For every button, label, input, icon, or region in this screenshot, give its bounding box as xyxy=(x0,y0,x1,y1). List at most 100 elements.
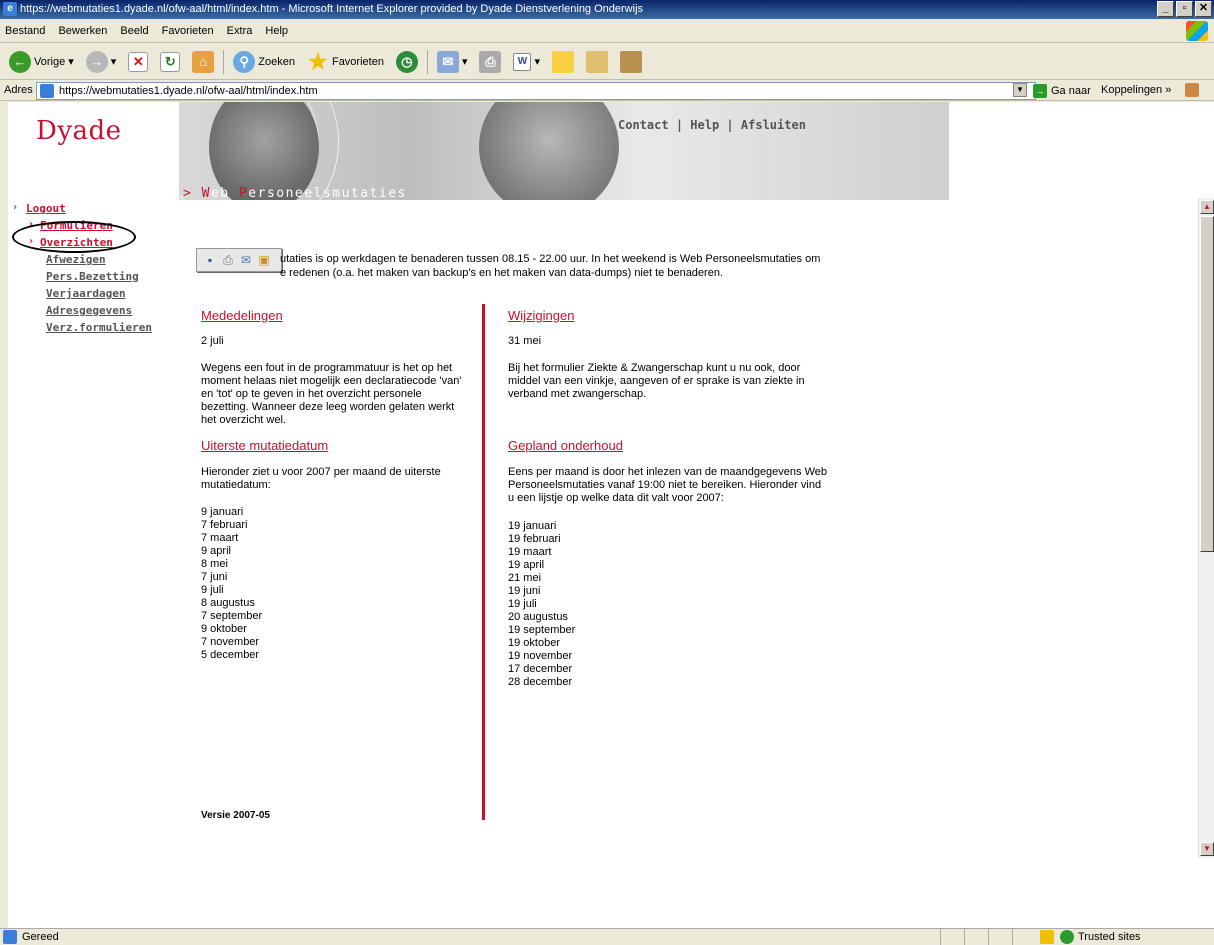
address-label: Adres xyxy=(4,84,33,96)
uiterste-date-list: 9 januari 7 februari 7 maart 9 april 8 m… xyxy=(201,506,262,662)
scroll-thumb[interactable] xyxy=(1200,216,1214,552)
home-button[interactable]: ⌂ xyxy=(189,47,217,77)
ie-icon: e xyxy=(3,2,17,16)
nav-verjaardagen[interactable]: Verjaardagen xyxy=(46,287,125,300)
image-toolbar: ▪ ⎙ ✉ ▣ xyxy=(196,248,282,272)
go-arrow-icon: → xyxy=(1033,84,1047,98)
print-icon: ⎙ xyxy=(479,50,502,73)
chevron-down-icon: ▾ xyxy=(110,56,117,68)
list-item: 19 juli xyxy=(508,598,537,610)
minimize-button[interactable]: _ xyxy=(1157,1,1174,17)
go-button[interactable]: → Ga naar xyxy=(1033,84,1091,98)
list-item: 7 februari xyxy=(201,519,248,531)
word-icon: W xyxy=(513,52,532,71)
favorites-button[interactable]: ★ Favorieten xyxy=(304,47,387,77)
chevron-right-icon: › xyxy=(12,202,19,213)
menu-bestand[interactable]: Bestand xyxy=(0,19,50,43)
nav-verzformulieren[interactable]: Verz.formulieren xyxy=(46,321,152,334)
address-bar: Adres https://webmutaties1.dyade.nl/ofw-… xyxy=(0,81,1214,113)
forward-button[interactable]: → ▾ xyxy=(83,47,120,77)
toolbar-separator xyxy=(223,49,225,74)
menu-favorieten[interactable]: Favorieten xyxy=(157,19,219,43)
list-item: 5 december xyxy=(201,649,260,661)
banner-title-chevron: > xyxy=(183,186,193,200)
search-button[interactable]: ⚲ Zoeken xyxy=(230,47,298,77)
toolbar-separator xyxy=(426,49,428,74)
list-item: 19 maart xyxy=(508,546,552,558)
tools-icon xyxy=(620,50,643,73)
edit-button[interactable]: W ▾ xyxy=(510,47,543,77)
address-input[interactable]: https://webmutaties1.dyade.nl/ofw-aal/ht… xyxy=(36,82,1036,100)
print-icon[interactable]: ⎙ xyxy=(221,253,235,267)
tools-button[interactable] xyxy=(617,47,645,77)
print-button[interactable]: ⎙ xyxy=(476,47,504,77)
status-cell xyxy=(964,929,988,945)
menu-bewerken[interactable]: Bewerken xyxy=(53,19,112,43)
banner-title-text: ersoneelsmutaties xyxy=(248,186,407,200)
links-button[interactable]: Koppelingen » xyxy=(1101,84,1171,96)
intro-text: utaties is op werkdagen te benaderen tus… xyxy=(280,252,900,280)
status-cell xyxy=(940,929,964,945)
list-item: 9 april xyxy=(201,545,231,557)
menu-help[interactable]: Help xyxy=(260,19,293,43)
trusted-zone-icon xyxy=(1060,930,1074,944)
list-item: 7 maart xyxy=(201,532,239,544)
mail-icon[interactable]: ✉ xyxy=(239,253,253,267)
back-arrow-icon: ← xyxy=(9,50,31,73)
note-icon xyxy=(552,50,575,73)
menu-extra[interactable]: Extra xyxy=(222,19,258,43)
extension-icon[interactable]: ▾ xyxy=(1185,83,1207,113)
wijzigingen-heading[interactable]: Wijzigingen xyxy=(508,308,574,323)
nav-persbezetting[interactable]: Pers.Bezetting xyxy=(46,270,139,283)
search-icon: ⚲ xyxy=(233,50,256,73)
status-cell xyxy=(988,929,1012,945)
maximize-button[interactable]: ▫ xyxy=(1176,1,1193,17)
links-label: Koppelingen xyxy=(1101,84,1163,96)
address-dropdown-button[interactable]: ▼ xyxy=(1013,83,1027,97)
refresh-button[interactable]: ↻ xyxy=(157,47,183,77)
mail-button[interactable]: ✉ ▾ xyxy=(434,47,471,77)
messenger-button[interactable] xyxy=(583,47,611,77)
scroll-down-button[interactable]: ▼ xyxy=(1200,842,1214,856)
help-link[interactable]: Help xyxy=(690,118,719,132)
uiterste-heading[interactable]: Uiterste mutatiedatum xyxy=(201,438,328,453)
stop-icon: ✕ xyxy=(128,51,149,72)
history-button[interactable]: ◷ xyxy=(393,47,421,77)
go-label: Ga naar xyxy=(1051,85,1091,97)
close-button[interactable]: ✕ xyxy=(1195,1,1212,17)
folder-icon[interactable]: ▣ xyxy=(257,253,271,267)
scroll-up-button[interactable]: ▲ xyxy=(1200,200,1214,214)
banner-title: > Web Personeelsmutaties xyxy=(183,186,407,200)
lock-icon[interactable] xyxy=(1040,930,1054,944)
notes-button[interactable] xyxy=(549,47,577,77)
window-title: https://webmutaties1.dyade.nl/ofw-aal/ht… xyxy=(20,3,644,15)
menu-beeld[interactable]: Beeld xyxy=(115,19,153,43)
nav-logout[interactable]: Logout xyxy=(26,202,66,215)
back-button[interactable]: ← Vorige ▾ xyxy=(6,47,77,77)
onderhoud-heading[interactable]: Gepland onderhoud xyxy=(508,438,623,453)
stop-button[interactable]: ✕ xyxy=(125,47,151,77)
page-viewport: Dyade > Web Personeelsmutaties Contact |… xyxy=(8,102,1214,928)
list-item: 9 januari xyxy=(201,506,244,518)
nav-afwezigen[interactable]: Afwezigen xyxy=(46,253,106,266)
afsluiten-link[interactable]: Afsluiten xyxy=(741,118,806,132)
contact-link[interactable]: Contact xyxy=(618,118,669,132)
uiterste-text: Hieronder ziet u voor 2007 per maand de … xyxy=(201,466,441,491)
list-item: 21 mei xyxy=(508,572,542,584)
list-item: 19 september xyxy=(508,624,576,636)
link-separator: | xyxy=(675,118,684,132)
home-icon: ⌂ xyxy=(192,50,215,73)
nav-adresgegevens[interactable]: Adresgegevens xyxy=(46,304,132,317)
star-icon: ★ xyxy=(308,48,328,74)
refresh-icon: ↻ xyxy=(160,51,181,72)
onderhoud-date-list: 19 januari 19 februari 19 maart 19 april… xyxy=(508,520,575,689)
vertical-scrollbar[interactable]: ▲ ▼ xyxy=(1198,198,1214,858)
mededelingen-date: 2 juli xyxy=(201,335,224,347)
status-cells xyxy=(940,929,1036,945)
security-zone[interactable]: Trusted sites xyxy=(1078,929,1141,945)
list-item: 19 november xyxy=(508,650,573,662)
mededelingen-heading[interactable]: Mededelingen xyxy=(201,308,283,323)
save-icon[interactable]: ▪ xyxy=(203,253,217,267)
list-item: 19 juni xyxy=(508,585,541,597)
chevron-down-icon: ▾ xyxy=(461,56,468,68)
